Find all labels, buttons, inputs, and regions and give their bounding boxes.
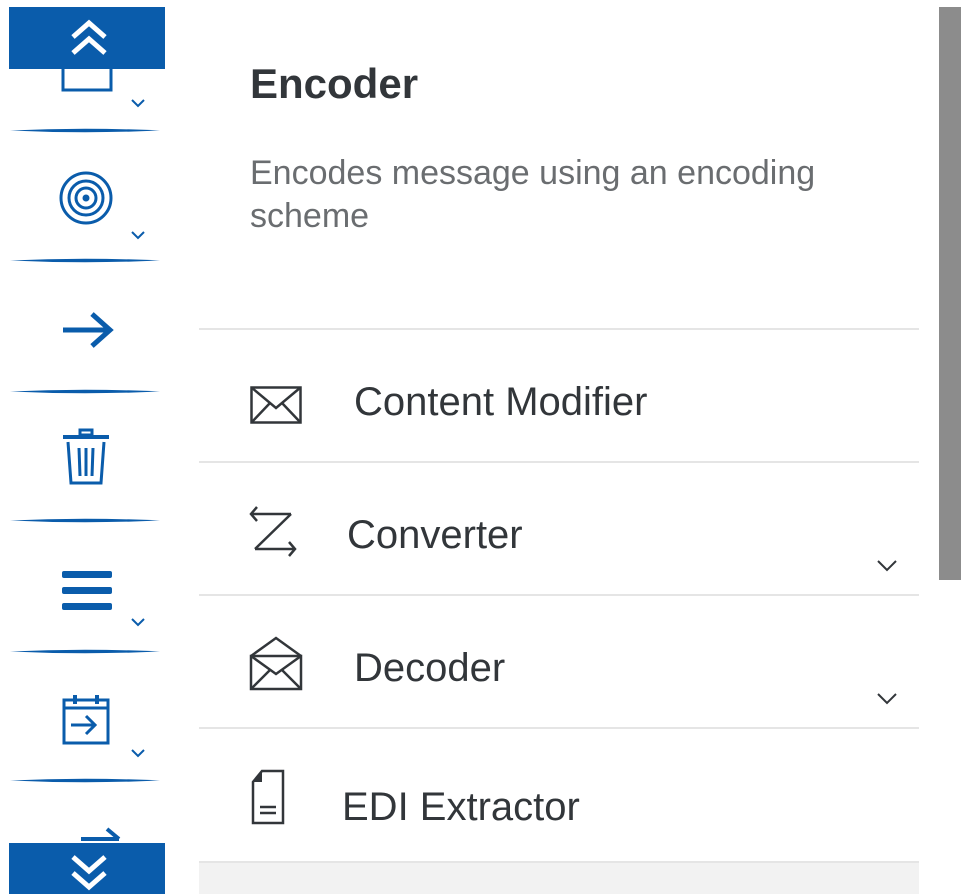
step-details-panel: Encoder Encodes message using an encodin… — [165, 0, 962, 894]
palette-item-partial[interactable] — [9, 783, 165, 843]
panel-description: Encodes message using an encoding scheme — [250, 154, 816, 235]
palette-item-list[interactable] — [9, 523, 165, 649]
step-label: Converter — [347, 513, 523, 557]
open-envelope-icon — [249, 636, 303, 691]
scroll-down-button[interactable] — [9, 843, 165, 894]
double-chevron-down-icon — [71, 855, 107, 891]
palette-item-arrow[interactable] — [9, 263, 165, 389]
chevron-down-icon — [131, 618, 145, 627]
message-box-icon — [61, 68, 113, 92]
arrow-right-icon — [81, 827, 121, 841]
arrow-right-icon — [63, 312, 114, 348]
panel-title: Encoder — [250, 60, 419, 107]
list-icon — [62, 571, 112, 610]
document-icon — [251, 769, 285, 825]
converter-icon — [249, 506, 297, 557]
step-item-edi-extractor[interactable]: EDI Extractor — [199, 727, 919, 860]
envelope-icon — [250, 386, 302, 424]
chevron-down-icon — [131, 749, 145, 758]
step-item-partial[interactable] — [199, 861, 919, 894]
chevron-down-icon — [131, 99, 145, 108]
step-label: Decoder — [354, 646, 506, 690]
palette-item-timer[interactable] — [9, 654, 165, 780]
step-item-decoder[interactable]: Decoder — [199, 594, 919, 727]
chevron-down-icon[interactable] — [876, 559, 898, 573]
trash-icon — [63, 428, 109, 485]
step-item-converter[interactable]: Converter — [199, 461, 919, 594]
target-icon — [59, 171, 113, 225]
step-label: EDI Extractor — [342, 785, 580, 829]
step-label: Content Modifier — [354, 380, 648, 424]
palette-item-message[interactable] — [9, 40, 165, 125]
palette-item-delete[interactable] — [9, 394, 165, 520]
palette-item-target[interactable] — [9, 133, 165, 259]
chevron-down-icon — [131, 231, 145, 240]
palette-sidebar — [0, 0, 165, 894]
scrollbar-thumb[interactable] — [939, 7, 961, 580]
calendar-arrow-icon — [62, 695, 110, 745]
step-item-content-modifier[interactable]: Content Modifier — [199, 328, 919, 461]
chevron-down-icon[interactable] — [876, 692, 898, 706]
